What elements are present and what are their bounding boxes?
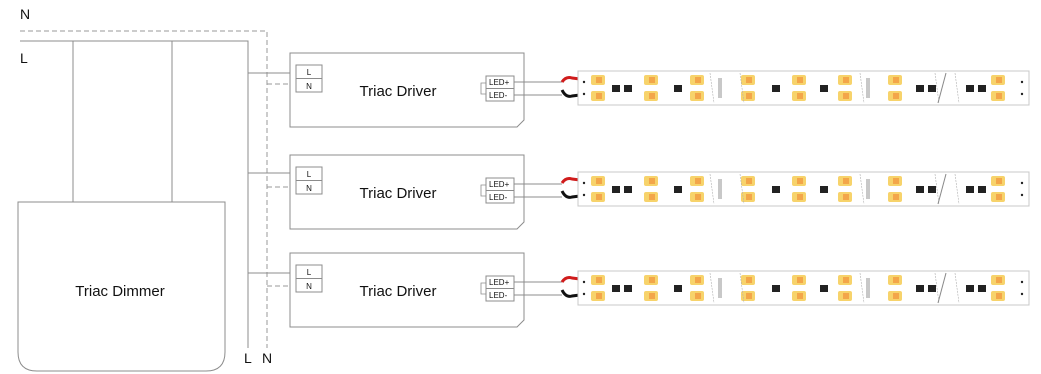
resistor-chip <box>612 85 620 92</box>
driver-output-neg: LED- <box>489 291 508 300</box>
resistor-chip <box>916 285 924 292</box>
driver-output-neg: LED- <box>489 193 508 202</box>
resistor-chip <box>624 186 632 193</box>
driver-title: Triac Driver <box>360 83 437 100</box>
driver-output-pos: LED+ <box>489 78 510 87</box>
resistor-chip <box>674 186 682 193</box>
led-strip-2 <box>560 171 1030 207</box>
resistor-chip <box>966 85 974 92</box>
driver-title: Triac Driver <box>360 283 437 300</box>
neutral-label-top: N <box>20 6 30 22</box>
resistor-chip <box>928 285 936 292</box>
wiring-diagram: N L L N Triac Dimmer L N Triac Driver LE… <box>0 0 1041 374</box>
resistor-chip <box>772 285 780 292</box>
driver-input-l: L <box>307 268 312 277</box>
wire-pair-icon <box>560 276 581 298</box>
driver-3: L N Triac Driver LED+ LED- <box>289 252 525 328</box>
resistor-chip <box>612 285 620 292</box>
led-strips <box>560 70 1030 306</box>
diagram-canvas: N L L N Triac Dimmer L N Triac Driver LE… <box>17 6 1030 372</box>
driver-input-n: N <box>306 282 312 291</box>
resistor-chip <box>966 186 974 193</box>
driver-output-pos: LED+ <box>489 180 510 189</box>
driver-output-neg: LED- <box>489 91 508 100</box>
driver-input-n: N <box>306 184 312 193</box>
dimmer-label: Triac Dimmer <box>75 283 164 300</box>
resistor-chip <box>772 85 780 92</box>
resistor-chip <box>820 285 828 292</box>
led-strip-1 <box>560 70 1030 106</box>
resistor-chip <box>674 285 682 292</box>
driver-output-pos: LED+ <box>489 278 510 287</box>
resistor-chip <box>624 285 632 292</box>
driver-2: L N Triac Driver LED+ LED- <box>289 154 525 230</box>
driver-1: L N Triac Driver LED+ LED- <box>289 52 525 128</box>
resistor-chip <box>978 85 986 92</box>
resistor-chip <box>916 85 924 92</box>
driver-title: Triac Driver <box>360 185 437 202</box>
resistor-chip <box>772 186 780 193</box>
triac-dimmer: Triac Dimmer <box>17 201 226 372</box>
resistor-chip <box>966 285 974 292</box>
resistor-chip <box>928 186 936 193</box>
resistor-chip <box>978 285 986 292</box>
live-label-bottom: L <box>244 350 252 366</box>
driver-input-n: N <box>306 82 312 91</box>
wire-pair-icon <box>560 177 581 199</box>
resistor-chip <box>820 85 828 92</box>
resistor-chip <box>978 186 986 193</box>
resistor-chip <box>916 186 924 193</box>
resistor-chip <box>928 85 936 92</box>
resistor-chip <box>612 186 620 193</box>
wire-pair-icon <box>560 76 581 98</box>
neutral-label-bottom: N <box>262 350 272 366</box>
led-strip-3 <box>560 270 1030 306</box>
live-label-top: L <box>20 50 28 66</box>
driver-input-l: L <box>307 68 312 77</box>
resistor-chip <box>624 85 632 92</box>
driver-input-l: L <box>307 170 312 179</box>
resistor-chip <box>820 186 828 193</box>
resistor-chip <box>674 85 682 92</box>
